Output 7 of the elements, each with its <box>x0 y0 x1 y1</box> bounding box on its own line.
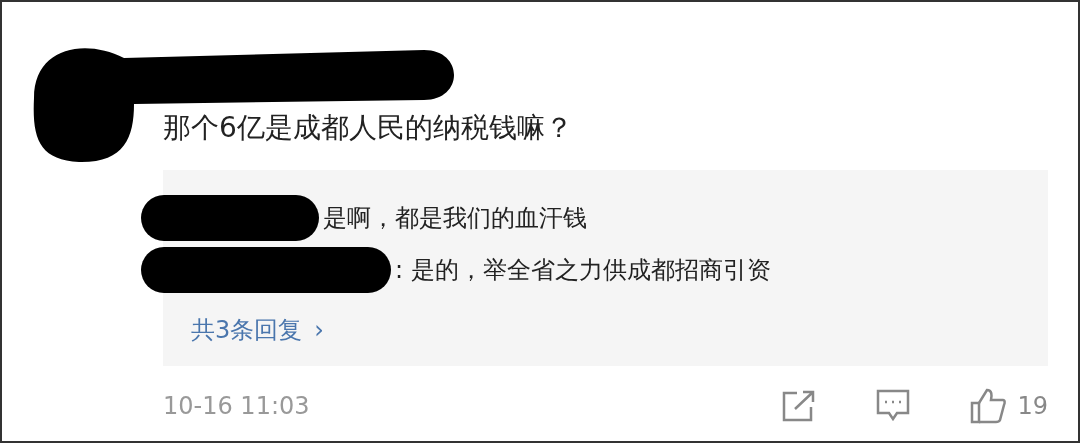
reply-text: 是啊，都是我们的血汗钱 <box>323 203 587 234</box>
timestamp: 10-16 11:03 <box>163 392 311 421</box>
like-count: 19 <box>1017 392 1048 421</box>
reply-text: : 是的，举全省之力供成都招商引资 <box>395 255 771 286</box>
thumbs-up-icon[interactable] <box>969 387 1008 426</box>
more-replies-link[interactable]: 共3条回复 › <box>191 314 1048 346</box>
comment-text: 那个6亿是成都人民的纳税钱嘛？ <box>163 110 574 146</box>
